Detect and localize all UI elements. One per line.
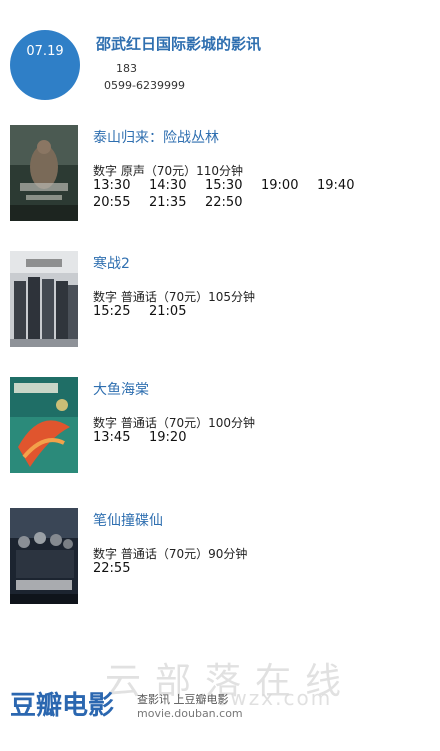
movie-title[interactable]: 寒战2 bbox=[93, 253, 130, 273]
showtime[interactable]: 22:50 bbox=[205, 194, 261, 211]
showtime[interactable]: 15:30 bbox=[205, 177, 261, 194]
showtime[interactable]: 15:25 bbox=[93, 303, 149, 320]
showtime[interactable]: 22:55 bbox=[93, 560, 149, 577]
showtime[interactable]: 19:20 bbox=[149, 429, 205, 446]
showtime[interactable]: 19:00 bbox=[261, 177, 317, 194]
cinema-name[interactable]: 邵武红日国际影城的影讯 bbox=[96, 33, 261, 54]
movie-poster[interactable] bbox=[10, 251, 78, 347]
footer-url[interactable]: movie.douban.com bbox=[137, 707, 243, 720]
douban-movie-logo[interactable]: 豆瓣电影 bbox=[10, 685, 114, 722]
showtimes: 13:45 19:20 bbox=[93, 429, 423, 446]
movie-item: 大鱼海棠 数字 普通话（70元）100分钟 13:45 19:20 bbox=[0, 377, 440, 487]
showtime[interactable]: 21:35 bbox=[149, 194, 205, 211]
cinema-header: 07.19 邵武红日国际影城的影讯 183 0599-6239999 bbox=[0, 0, 440, 110]
showtime[interactable]: 13:45 bbox=[93, 429, 149, 446]
movie-poster[interactable] bbox=[10, 377, 78, 473]
footer: 豆瓣电影 查影讯 上豆瓣电影 movie.douban.com bbox=[0, 680, 440, 740]
footer-slogan: 查影讯 上豆瓣电影 bbox=[137, 693, 229, 706]
showtime[interactable]: 19:40 bbox=[317, 177, 373, 194]
movie-title[interactable]: 笔仙撞碟仙 bbox=[93, 510, 163, 530]
movie-item: 寒战2 数字 普通话（70元）105分钟 15:25 21:05 bbox=[0, 251, 440, 361]
cinema-phone[interactable]: 0599-6239999 bbox=[104, 79, 185, 92]
showtimes: 22:55 bbox=[93, 560, 423, 577]
movie-title[interactable]: 大鱼海棠 bbox=[93, 379, 149, 399]
cinema-address: 183 bbox=[116, 62, 137, 75]
showtimes: 15:25 21:05 bbox=[93, 303, 423, 320]
showtime[interactable]: 20:55 bbox=[93, 194, 149, 211]
showtimes: 13:30 14:30 15:30 19:00 19:40 20:55 21:35 22:50 bbox=[93, 177, 423, 211]
showtime[interactable]: 14:30 bbox=[149, 177, 205, 194]
movie-poster[interactable] bbox=[10, 125, 78, 221]
showtime[interactable]: 21:05 bbox=[149, 303, 205, 320]
date-badge: 07.19 bbox=[10, 30, 80, 100]
showtime[interactable]: 13:30 bbox=[93, 177, 149, 194]
movie-item: 泰山归来：险战丛林 数字 原声（70元）110分钟 13:30 14:30 15:3… bbox=[0, 125, 440, 235]
movie-title[interactable]: 泰山归来：险战丛林 bbox=[93, 127, 219, 147]
movie-poster[interactable] bbox=[10, 508, 78, 604]
movie-item: 笔仙撞碟仙 数字 普通话（70元）90分钟 22:55 bbox=[0, 508, 440, 618]
